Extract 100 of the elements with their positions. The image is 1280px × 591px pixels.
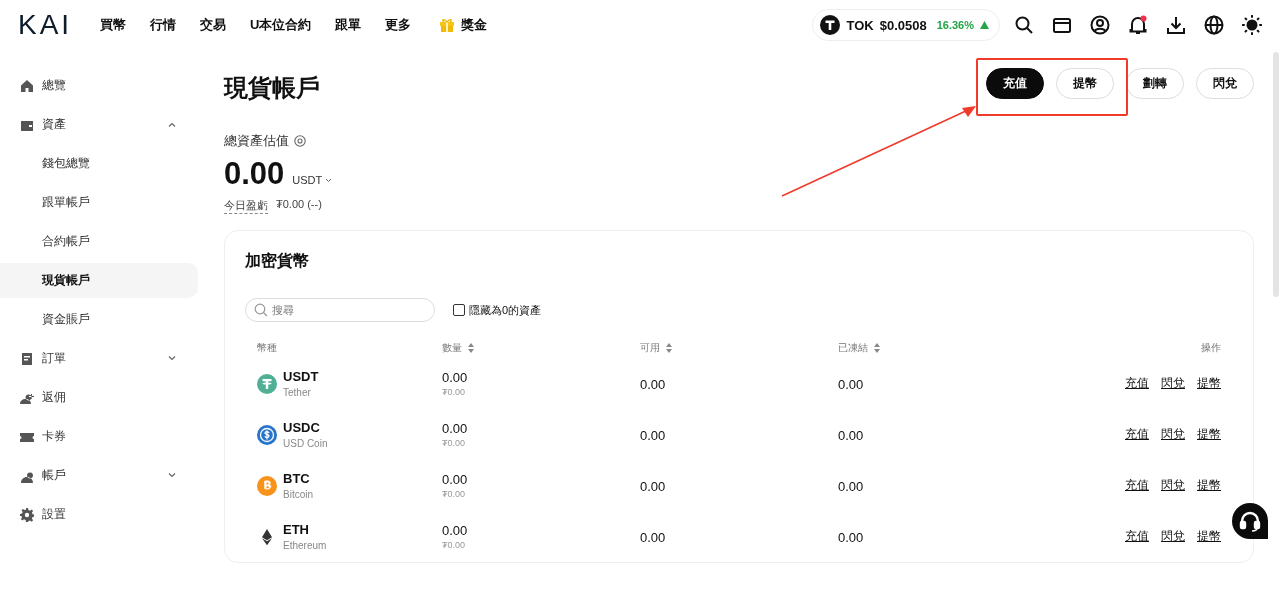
nav-link[interactable]: 交易 [200,16,226,34]
available-cell: 0.00 [640,529,666,545]
search-field[interactable]: 搜尋 [245,298,435,322]
amount-value: ₮0.00 [442,387,466,397]
bell-icon[interactable] [1128,15,1148,35]
sidebar-icon [20,351,34,366]
amount-value: ₮0.00 [442,540,466,550]
ticker-symbol: TOK [846,17,874,33]
page-title: 現貨帳戶 [224,73,320,103]
search-icon[interactable] [1014,15,1034,35]
frozen-cell: 0.00 [838,529,864,545]
action-link[interactable]: 充值 [1125,375,1149,392]
pnl-value: ₮0.00 (--) [276,198,322,212]
amount-value: ₮0.00 [442,438,466,448]
balance-value: 0.00 [224,156,285,192]
token-icon [820,15,841,35]
action-link[interactable]: 提幣 [1197,426,1221,443]
sidebar-item[interactable]: 資金賬戶 [0,302,198,337]
checkbox[interactable] [453,304,465,316]
sidebar-item[interactable]: 現貨帳戶 [0,263,198,298]
action-button[interactable]: 提幣 [1056,68,1114,99]
wallet-icon[interactable] [1052,16,1072,34]
sort-icon[interactable] [874,343,880,353]
pnl-label[interactable]: 今日盈虧 [224,198,268,214]
coin-symbol: BTC [283,471,311,486]
sidebar-item[interactable]: 資產 [0,107,198,142]
frozen-cell: 0.00 [838,376,864,392]
column-header[interactable]: 可用 [640,341,672,355]
sidebar-item[interactable]: 訂單 [0,341,198,376]
column-header: 操作 [1201,341,1221,355]
nav-link[interactable]: 行情 [150,16,176,34]
sort-icon[interactable] [666,343,672,353]
nav-link[interactable]: 跟單 [335,16,362,34]
scrollbar[interactable] [1273,52,1279,297]
section-title: 加密貨幣 [245,251,310,271]
sidebar-icon [20,507,34,522]
action-link[interactable]: 提幣 [1197,375,1221,392]
nav-link[interactable]: 獎金 [461,16,488,34]
amount-cell-text: 0.00 [442,370,469,385]
amount-value: ₮0.00 [442,489,466,499]
action-button[interactable]: 充值 [986,68,1044,99]
logo[interactable]: KAI [18,9,80,41]
amount-cell-text: 0.00 [442,472,469,487]
coin-name: Tether [283,387,312,398]
action-link[interactable]: 充值 [1125,528,1149,545]
user-icon[interactable] [1090,15,1110,35]
available-cell: 0.00 [640,427,666,443]
gift-icon [439,17,456,33]
amount-cell-text: 0.00 [442,421,469,436]
chevron-icon[interactable] [168,122,176,127]
sidebar-item[interactable]: 跟單帳戶 [0,185,198,220]
action-link[interactable]: 充值 [1125,426,1149,443]
frozen-cell: 0.00 [838,427,864,443]
nav-link[interactable]: U本位合約 [250,16,312,34]
action-button[interactable]: 閃兌 [1196,68,1254,99]
sidebar-icon [20,78,34,93]
headset-icon [1238,509,1262,533]
action-link[interactable]: 充值 [1125,477,1149,494]
coin-name: USD Coin [283,438,328,449]
checkbox-label[interactable]: 隱藏為0的資產 [469,302,542,318]
sidebar-item[interactable]: 返佣 [0,380,198,415]
action-link[interactable]: 閃兌 [1161,426,1185,443]
action-link[interactable]: 閃兌 [1161,375,1185,392]
column-header: 幣種 [257,341,277,355]
action-button[interactable]: 劃轉 [1126,68,1184,99]
sidebar-item[interactable]: 總覽 [0,68,198,103]
sidebar-item[interactable]: 錢包總覽 [0,146,198,181]
sidebar-item[interactable]: 帳戶 [0,458,198,493]
ticker-price: $0.0508 [879,17,927,33]
download-icon[interactable] [1166,15,1186,35]
coin-name: Ethereum [283,540,327,551]
column-header[interactable]: 數量 [442,341,474,355]
column-header[interactable]: 已凍結 [838,341,880,355]
sidebar-item[interactable]: 合約帳戶 [0,224,198,259]
currency-dropdown[interactable]: USDT [292,174,333,186]
frozen-cell: 0.00 [838,478,864,494]
triangle-icon [980,21,989,29]
available-cell: 0.00 [640,478,666,494]
available-cell: 0.00 [640,376,666,392]
sort-icon[interactable] [468,343,474,353]
sidebar-item[interactable]: 卡券 [0,419,198,454]
eye-icon[interactable] [294,135,306,147]
coin-name: Bitcoin [283,489,313,500]
action-link[interactable]: 閃兌 [1161,528,1185,545]
chevron-icon[interactable] [168,473,176,478]
support-button[interactable] [1232,503,1268,539]
balance-label: 總資產估值 [224,132,289,150]
amount-cell-text: 0.00 [442,523,469,538]
coin-symbol: USDT [283,369,319,384]
globe-icon[interactable] [1204,15,1224,35]
caret-icon[interactable] [325,177,333,183]
sun-icon[interactable] [1242,15,1262,35]
chevron-icon[interactable] [168,356,176,361]
action-link[interactable]: 提幣 [1197,477,1221,494]
nav-link[interactable]: 買幣 [100,16,126,34]
action-link[interactable]: 提幣 [1197,528,1221,545]
sidebar-item[interactable]: 設置 [0,497,198,532]
coin-symbol: ETH [283,522,310,537]
nav-link[interactable]: 更多 [385,16,412,34]
action-link[interactable]: 閃兌 [1161,477,1185,494]
